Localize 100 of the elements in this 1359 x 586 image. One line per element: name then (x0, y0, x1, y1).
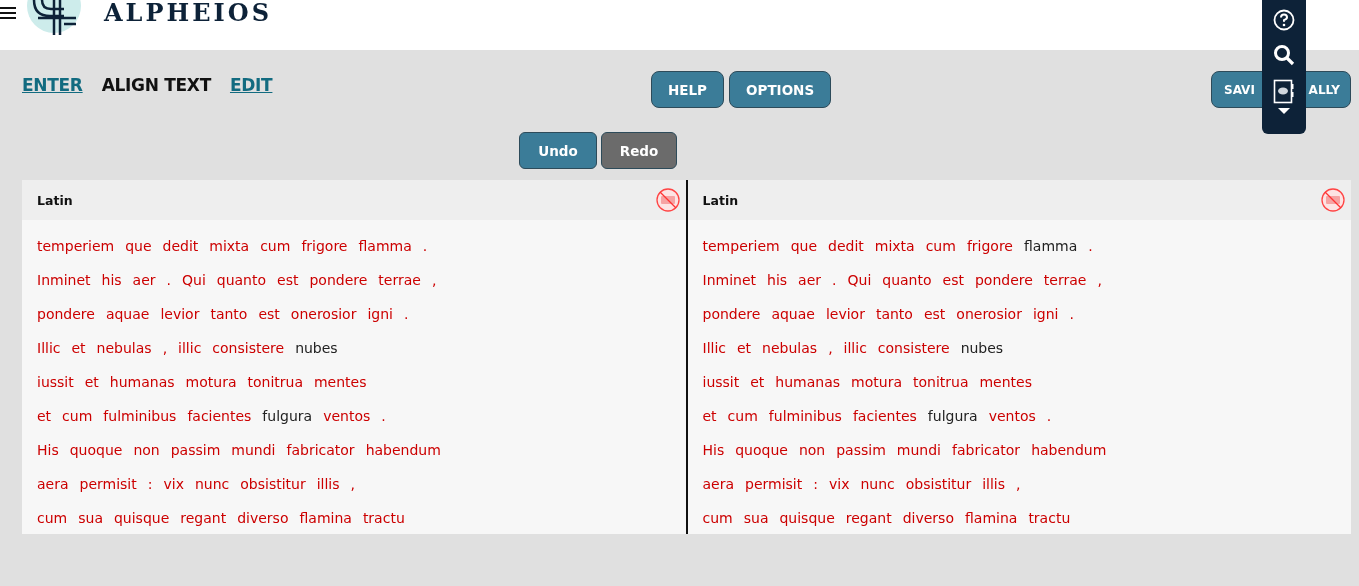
word-token[interactable]: facientes (852, 408, 917, 424)
word-token[interactable]: . (166, 272, 171, 288)
word-token[interactable]: nunc (194, 476, 230, 492)
word-token[interactable]: illis (316, 476, 340, 492)
word-token[interactable]: passim (836, 442, 886, 458)
word-token[interactable]: vix (828, 476, 850, 492)
word-token[interactable]: diverso (237, 510, 289, 526)
word-token[interactable]: tanto (875, 306, 913, 322)
word-token[interactable]: que (125, 238, 152, 254)
word-token[interactable]: igni (1032, 306, 1059, 322)
word-token[interactable]: et (37, 408, 52, 424)
word-token[interactable]: nebulas (762, 340, 818, 356)
word-token[interactable]: , (1097, 272, 1102, 288)
word-token[interactable]: : (147, 476, 153, 492)
word-token[interactable]: aer (798, 272, 822, 288)
word-token[interactable]: flamma (358, 238, 412, 254)
word-token[interactable]: permisit (745, 476, 803, 492)
word-token[interactable]: . (1046, 408, 1052, 424)
word-token[interactable]: cum (37, 510, 68, 526)
word-token[interactable]: His (702, 442, 725, 458)
word-token[interactable]: igni (367, 306, 393, 322)
word-token[interactable]: regant (180, 510, 227, 526)
word-token[interactable]: nubes (295, 340, 338, 356)
word-token[interactable]: iussit (702, 374, 740, 390)
toolbar-button[interactable]: HELP (651, 71, 725, 108)
word-token[interactable]: nebulas (96, 340, 152, 356)
word-token[interactable]: quanto (216, 272, 267, 288)
word-token[interactable]: Illic (702, 340, 726, 356)
nav-tab[interactable]: EDIT (229, 75, 273, 95)
word-token[interactable]: terrae (378, 272, 421, 288)
word-token[interactable]: obsistitur (905, 476, 972, 492)
word-token[interactable]: . (832, 272, 837, 288)
menu-icon[interactable] (0, 6, 16, 20)
word-token[interactable]: , (431, 272, 437, 288)
word-token[interactable]: est (258, 306, 280, 322)
word-token[interactable]: cum (925, 238, 956, 254)
word-token[interactable]: mentes (314, 374, 367, 390)
word-token[interactable]: levior (825, 306, 865, 322)
word-token[interactable]: illic (843, 340, 867, 356)
word-token[interactable]: fulminibus (768, 408, 842, 424)
word-token[interactable]: . (1069, 306, 1074, 322)
word-token[interactable]: facientes (187, 408, 252, 424)
word-token[interactable]: , (350, 476, 355, 492)
word-token[interactable]: quoque (735, 442, 788, 458)
word-token[interactable]: dedit (828, 238, 864, 254)
search-icon[interactable] (1273, 44, 1295, 66)
word-token[interactable]: est (923, 306, 946, 322)
word-token[interactable]: flamina (299, 510, 352, 526)
word-token[interactable]: mixta (209, 238, 250, 254)
no-keyboard-icon[interactable] (655, 188, 680, 212)
word-token[interactable]: mixta (874, 238, 915, 254)
word-token[interactable]: pondere (309, 272, 368, 288)
word-token[interactable]: aquae (105, 306, 150, 322)
word-token[interactable]: cum (702, 510, 733, 526)
word-token[interactable]: habendum (365, 442, 441, 458)
word-token[interactable]: consistere (212, 340, 285, 356)
word-token[interactable]: passim (170, 442, 221, 458)
word-token[interactable]: his (767, 272, 788, 288)
word-token[interactable]: mentes (979, 374, 1032, 390)
word-token[interactable]: habendum (1031, 442, 1107, 458)
word-token[interactable]: tractu (362, 510, 405, 526)
word-token[interactable]: tonitrua (247, 374, 303, 390)
word-token[interactable]: onerosior (956, 306, 1022, 322)
word-token[interactable]: . (1088, 238, 1093, 254)
word-token[interactable]: permisit (79, 476, 137, 492)
word-token[interactable]: et (737, 340, 752, 356)
history-button[interactable]: Undo (519, 132, 597, 169)
word-token[interactable]: dedit (162, 238, 199, 254)
word-token[interactable]: sua (743, 510, 769, 526)
word-token[interactable]: motura (185, 374, 237, 390)
word-token[interactable]: est (277, 272, 299, 288)
word-token[interactable]: aera (37, 476, 69, 492)
word-token[interactable]: humanas (775, 374, 841, 390)
word-token[interactable]: pondere (974, 272, 1033, 288)
word-token[interactable]: . (381, 408, 386, 424)
word-token[interactable]: aera (702, 476, 735, 492)
word-token[interactable]: flamma (1024, 238, 1078, 254)
toolbar-button[interactable]: OPTIONS (729, 71, 832, 108)
word-token[interactable]: diverso (902, 510, 954, 526)
word-token[interactable]: cum (727, 408, 758, 424)
word-token[interactable]: et (71, 340, 86, 356)
word-token[interactable]: quoque (69, 442, 123, 458)
word-token[interactable]: illis (982, 476, 1006, 492)
word-token[interactable]: cum (260, 238, 291, 254)
word-token[interactable]: , (1016, 476, 1021, 492)
word-token[interactable]: cum (62, 408, 93, 424)
word-token[interactable]: Inminet (37, 272, 91, 288)
word-token[interactable]: quanto (882, 272, 932, 288)
word-token[interactable]: ventos (323, 408, 371, 424)
word-token[interactable]: est (942, 272, 964, 288)
word-token[interactable]: temperiem (37, 238, 115, 254)
word-token[interactable]: vix (163, 476, 184, 492)
word-token[interactable]: et (84, 374, 99, 390)
word-token[interactable]: quisque (779, 510, 835, 526)
word-token[interactable]: fabricator (952, 442, 1021, 458)
nav-tab[interactable]: ALIGN TEXT (101, 75, 211, 95)
word-token[interactable]: flamina (965, 510, 1018, 526)
word-token[interactable]: , (162, 340, 168, 356)
word-token[interactable]: regant (845, 510, 892, 526)
no-keyboard-icon[interactable] (1321, 188, 1345, 212)
